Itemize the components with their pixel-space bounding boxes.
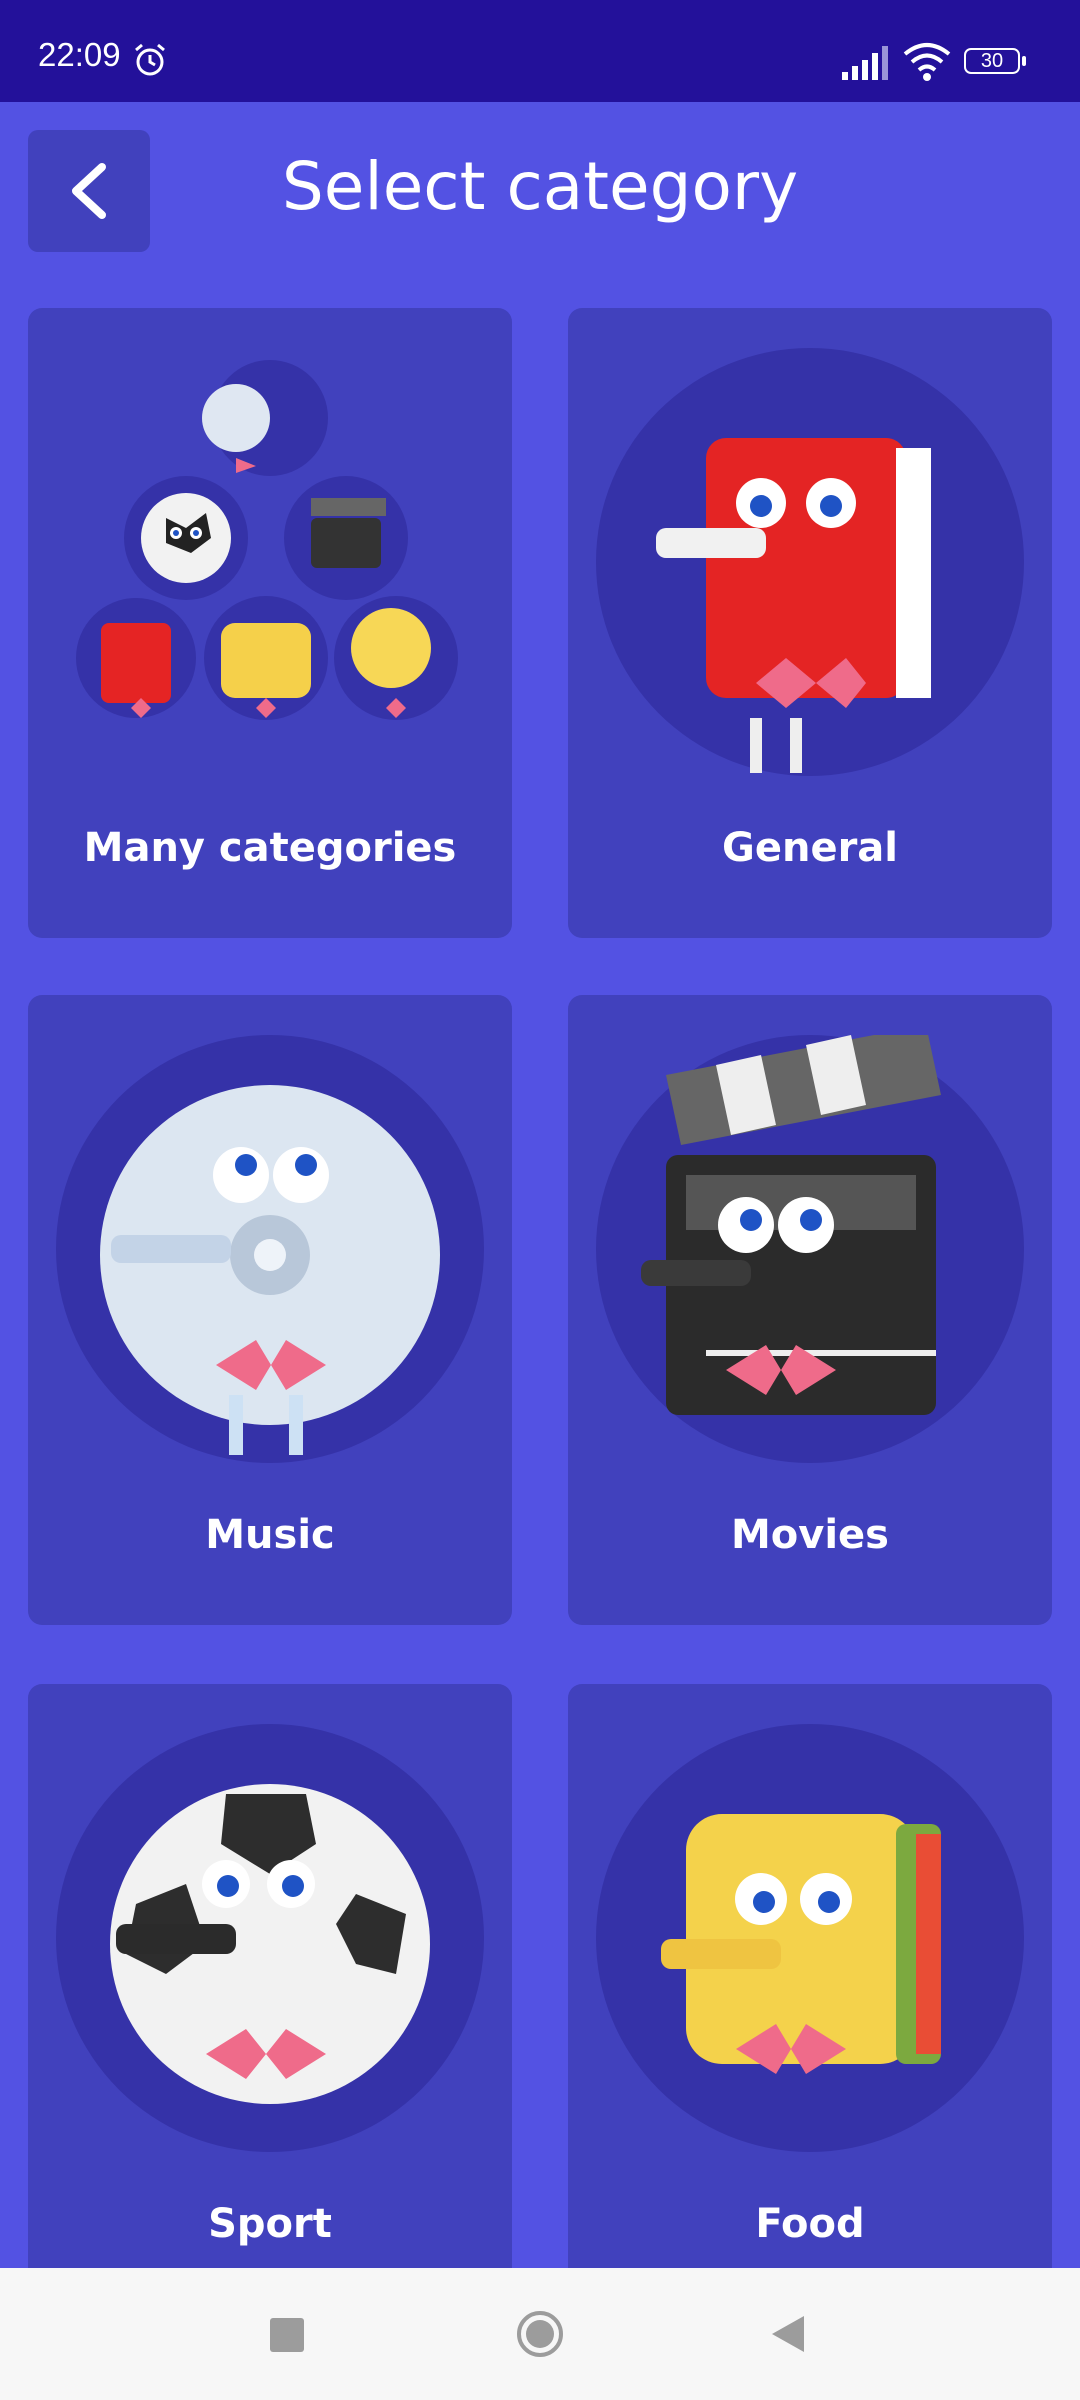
back-button[interactable]: [28, 130, 150, 252]
cd-mascot-illustration: [56, 1035, 484, 1463]
recent-apps-icon[interactable]: [270, 2318, 304, 2352]
category-label: Movies: [730, 1512, 889, 1558]
battery-icon: 30: [964, 48, 1028, 76]
clapperboard-mascot-illustration: [596, 1035, 1024, 1463]
category-card-general[interactable]: General: [568, 308, 1052, 938]
category-label: Music: [205, 1512, 335, 1558]
signal-icon: [842, 46, 888, 80]
category-card-movies[interactable]: Movies: [568, 995, 1052, 1625]
mascot-group-illustration: [76, 360, 458, 720]
home-icon[interactable]: [516, 2310, 564, 2358]
category-label: Food: [755, 2201, 865, 2247]
back-icon[interactable]: [770, 2314, 806, 2354]
category-label: Sport: [208, 2201, 332, 2247]
soccer-ball-mascot-illustration: [56, 1724, 484, 2152]
category-card-food[interactable]: Food: [568, 1684, 1052, 2314]
chevron-left-icon: [72, 163, 106, 219]
category-label: Many categories: [83, 825, 457, 871]
page-title: Select category: [281, 148, 799, 225]
category-label: General: [722, 825, 898, 871]
alarm-icon: [135, 43, 165, 76]
category-card-music[interactable]: Music: [28, 995, 512, 1625]
status-bar: 22:09 30: [0, 0, 1080, 102]
battery-level: 30: [980, 50, 1004, 72]
status-time: 22:09: [38, 36, 121, 73]
category-card-sport[interactable]: Sport: [28, 1684, 512, 2314]
category-card-many[interactable]: Many categories: [28, 308, 512, 938]
book-mascot-illustration: [596, 348, 1024, 776]
sandwich-mascot-illustration: [596, 1724, 1024, 2152]
wifi-icon: [903, 43, 951, 81]
